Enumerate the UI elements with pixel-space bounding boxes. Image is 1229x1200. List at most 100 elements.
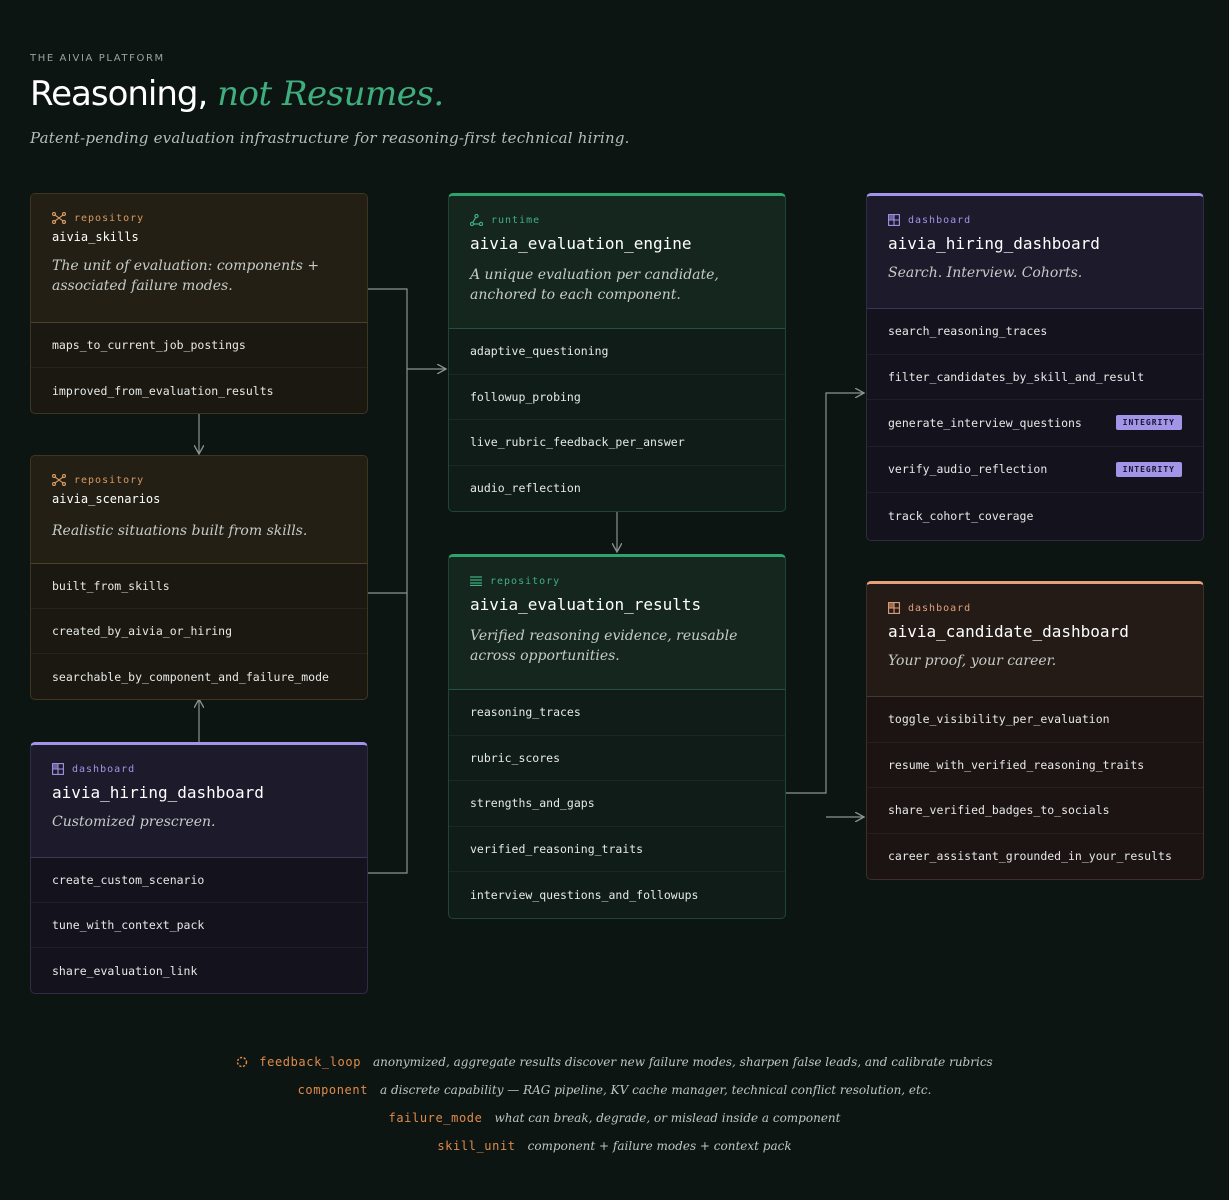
card-tag: dashboard bbox=[908, 602, 972, 614]
list-item: strengths_and_gaps bbox=[449, 781, 785, 827]
item-label: resume_with_verified_reasoning_traits bbox=[888, 757, 1145, 772]
grid-dashboard-icon bbox=[52, 763, 64, 775]
glossary-row: failure_mode what can break, degrade, or… bbox=[0, 1104, 1229, 1132]
glossary-term: feedback_loop bbox=[259, 1055, 362, 1069]
list-item: search_reasoning_traces bbox=[867, 309, 1203, 355]
item-label: created_by_aivia_or_hiring bbox=[52, 624, 233, 638]
list-item: live_rubric_feedback_per_answer bbox=[449, 420, 785, 466]
network-icon bbox=[52, 212, 66, 224]
item-label: create_custom_scenario bbox=[52, 873, 205, 887]
glossary-definition: component + failure modes + context pack bbox=[527, 1139, 792, 1153]
item-label: tune_with_context_pack bbox=[52, 918, 205, 932]
list-item: searchable_by_component_and_failure_mode bbox=[31, 654, 367, 699]
page-title: Reasoning, not Resumes. bbox=[30, 74, 444, 114]
card-title: aivia_evaluation_results bbox=[470, 595, 702, 614]
item-label: built_from_skills bbox=[52, 579, 170, 593]
item-label: audio_reflection bbox=[470, 481, 581, 496]
card-aivia-hiring-dashboard-left: dashboard aivia_hiring_dashboard Customi… bbox=[30, 742, 368, 994]
grid-dashboard-icon bbox=[888, 602, 900, 614]
card-title: aivia_candidate_dashboard bbox=[888, 622, 1129, 641]
item-label: improved_from_evaluation_results bbox=[52, 383, 274, 398]
list-item: create_custom_scenario bbox=[31, 858, 367, 903]
card-aivia-skills: repository aivia_skills The unit of eval… bbox=[30, 193, 368, 414]
card-description: Your proof, your career. bbox=[888, 653, 1057, 669]
list-item: verify_audio_reflection INTEGRITY bbox=[867, 447, 1203, 493]
title-accent: not Resumes. bbox=[217, 74, 444, 114]
item-label: live_rubric_feedback_per_answer bbox=[470, 435, 685, 450]
page-subtitle: Patent-pending evaluation infrastructure… bbox=[30, 129, 630, 147]
item-label: share_verified_badges_to_socials bbox=[888, 803, 1110, 818]
item-label: generate_interview_questions bbox=[888, 415, 1082, 430]
item-label: searchable_by_component_and_failure_mode bbox=[52, 669, 329, 684]
list-item: interview_questions_and_followups bbox=[449, 872, 785, 918]
glossary-term: skill_unit bbox=[437, 1139, 516, 1153]
list-item: track_cohort_coverage bbox=[867, 493, 1203, 540]
card-title: aivia_scenarios bbox=[52, 492, 161, 506]
list-item: generate_interview_questions INTEGRITY bbox=[867, 400, 1203, 447]
glossary-row: component a discrete capability — RAG pi… bbox=[0, 1076, 1229, 1104]
item-label: filter_candidates_by_skill_and_result bbox=[888, 369, 1145, 384]
card-aivia-hiring-dashboard-right: dashboard aivia_hiring_dashboard Search.… bbox=[866, 193, 1204, 541]
card-aivia-scenarios: repository aivia_scenarios Realistic sit… bbox=[30, 455, 368, 700]
card-description: Search. Interview. Cohorts. bbox=[888, 265, 1083, 281]
graph-nodes-icon bbox=[470, 214, 483, 226]
list-item: improved_from_evaluation_results bbox=[31, 368, 367, 413]
card-aivia-evaluation-results: repository aivia_evaluation_results Veri… bbox=[448, 554, 786, 919]
item-label: strengths_and_gaps bbox=[470, 796, 595, 811]
list-item: rubric_scores bbox=[449, 736, 785, 781]
list-item: maps_to_current_job_postings bbox=[31, 323, 367, 368]
list-lines-icon bbox=[470, 576, 482, 586]
card-title: aivia_skills bbox=[52, 230, 139, 244]
list-item: verified_reasoning_traits bbox=[449, 827, 785, 872]
loop-icon bbox=[236, 1056, 248, 1068]
list-item: adaptive_questioning bbox=[449, 329, 785, 375]
card-title: aivia_hiring_dashboard bbox=[888, 234, 1100, 253]
item-label: verified_reasoning_traits bbox=[470, 841, 644, 856]
list-item: followup_probing bbox=[449, 375, 785, 420]
card-description: Verified reasoning evidence, reusable ac… bbox=[470, 628, 738, 664]
item-label: reasoning_traces bbox=[470, 705, 581, 720]
grid-dashboard-icon bbox=[888, 214, 900, 226]
card-aivia-candidate-dashboard: dashboard aivia_candidate_dashboard Your… bbox=[866, 581, 1204, 880]
list-item: filter_candidates_by_skill_and_result bbox=[867, 355, 1203, 400]
card-tag: dashboard bbox=[908, 214, 972, 226]
list-item: audio_reflection bbox=[449, 466, 785, 512]
glossary: feedback_loop anonymized, aggregate resu… bbox=[0, 1048, 1229, 1160]
list-item: tune_with_context_pack bbox=[31, 903, 367, 948]
card-description: A unique evaluation per candidate, ancho… bbox=[470, 267, 719, 303]
item-label: followup_probing bbox=[470, 389, 581, 404]
item-label: rubric_scores bbox=[470, 750, 561, 765]
card-description: Customized prescreen. bbox=[52, 814, 216, 830]
card-tag: dashboard bbox=[72, 763, 136, 775]
card-tag: runtime bbox=[491, 214, 541, 226]
card-tag: repository bbox=[490, 575, 561, 587]
list-item: reasoning_traces bbox=[449, 690, 785, 736]
item-label: maps_to_current_job_postings bbox=[52, 338, 246, 352]
card-tag: repository bbox=[74, 474, 145, 486]
glossary-row: skill_unit component + failure modes + c… bbox=[0, 1132, 1229, 1160]
card-title: aivia_evaluation_engine bbox=[470, 234, 692, 253]
list-item: career_assistant_grounded_in_your_result… bbox=[867, 834, 1203, 880]
item-label: search_reasoning_traces bbox=[888, 324, 1048, 339]
card-tag: repository bbox=[74, 212, 145, 224]
integrity-badge: INTEGRITY bbox=[1115, 461, 1182, 477]
list-item: share_evaluation_link bbox=[31, 948, 367, 993]
list-item: share_verified_badges_to_socials bbox=[867, 788, 1203, 834]
eyebrow: THE AIVIA PLATFORM bbox=[30, 53, 165, 64]
glossary-definition: what can break, degrade, or mislead insi… bbox=[494, 1111, 841, 1125]
glossary-row: feedback_loop anonymized, aggregate resu… bbox=[0, 1048, 1229, 1076]
item-label: share_evaluation_link bbox=[52, 963, 198, 978]
item-label: career_assistant_grounded_in_your_result… bbox=[888, 849, 1172, 864]
item-label: track_cohort_coverage bbox=[888, 509, 1034, 524]
network-icon bbox=[52, 474, 66, 486]
list-item: resume_with_verified_reasoning_traits bbox=[867, 743, 1203, 788]
list-item: built_from_skills bbox=[31, 564, 367, 609]
item-label: verify_audio_reflection bbox=[888, 462, 1048, 477]
card-title: aivia_hiring_dashboard bbox=[52, 783, 264, 802]
glossary-definition: anonymized, aggregate results discover n… bbox=[373, 1055, 993, 1069]
integrity-badge: INTEGRITY bbox=[1115, 415, 1182, 431]
item-label: toggle_visibility_per_evaluation bbox=[888, 712, 1110, 727]
glossary-term: component bbox=[297, 1083, 369, 1097]
card-description: Realistic situations built from skills. bbox=[52, 523, 308, 539]
item-label: interview_questions_and_followups bbox=[470, 887, 699, 902]
